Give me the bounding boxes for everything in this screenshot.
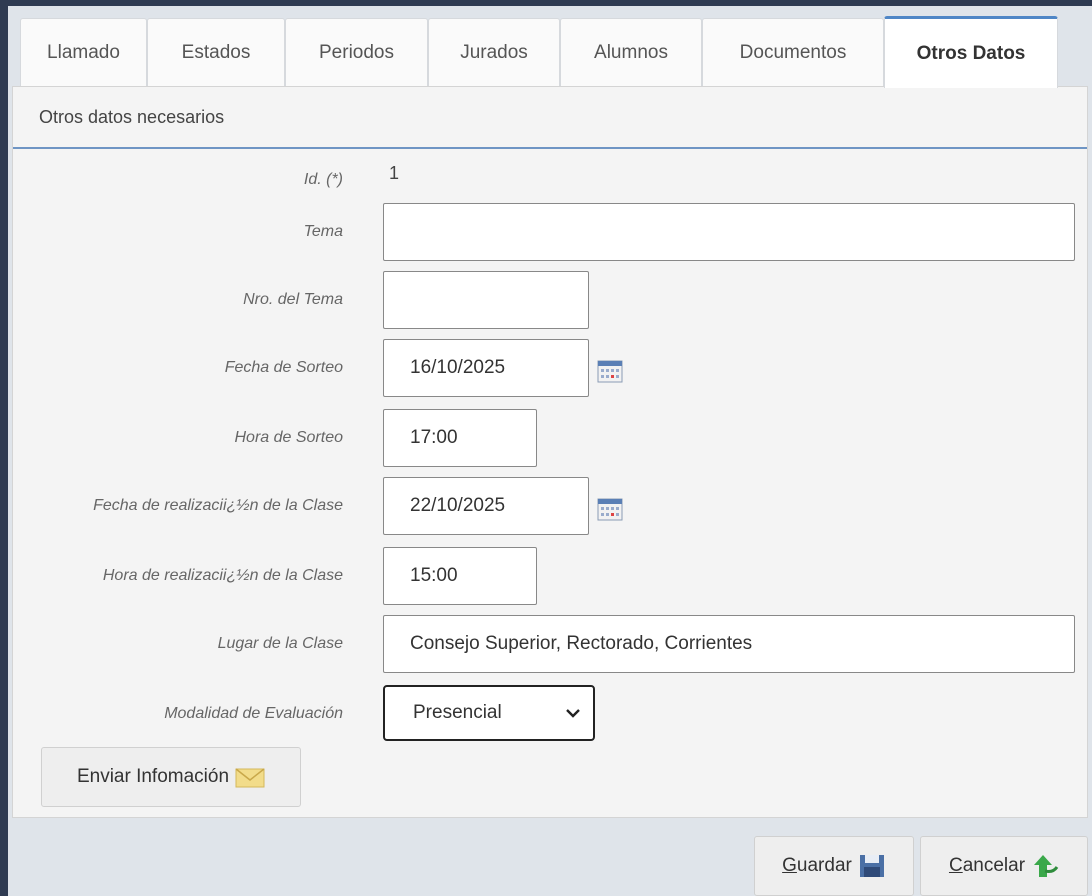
tab-llamado[interactable]: Llamado <box>20 18 147 86</box>
fecha-sorteo-input[interactable]: 16/10/2025 <box>383 339 589 397</box>
fecha-clase-input[interactable]: 22/10/2025 <box>383 477 589 535</box>
nro-tema-label: Nro. del Tema <box>243 291 343 308</box>
panel-title: Otros datos necesarios <box>13 87 1087 149</box>
tema-label: Tema <box>303 223 343 240</box>
tab-label: Documentos <box>739 41 847 63</box>
tema-input[interactable] <box>383 203 1075 261</box>
envelope-icon <box>235 768 265 788</box>
calendar-icon[interactable] <box>597 497 623 521</box>
fecha-clase-label: Fecha de realizacii¿½n de la Clase <box>93 497 343 514</box>
enviar-label: Enviar Infomación <box>76 766 230 787</box>
window-frame: Llamado Estados Periodos Jurados Alumnos… <box>8 6 1092 896</box>
modalidad-select[interactable]: Presencial <box>383 685 595 741</box>
hora-clase-input[interactable]: 15:00 <box>383 547 537 605</box>
tab-jurados[interactable]: Jurados <box>428 18 560 86</box>
tab-estados[interactable]: Estados <box>147 18 285 86</box>
green-arrow-icon <box>1034 855 1059 877</box>
tab-label: Otros Datos <box>916 42 1026 64</box>
form-panel: Otros datos necesarios Id. (*) 1 Tema Nr… <box>12 86 1088 818</box>
hora-sorteo-label: Hora de Sorteo <box>234 429 343 446</box>
lugar-clase-label: Lugar de la Clase <box>217 635 343 652</box>
calendar-icon[interactable] <box>597 359 623 383</box>
tab-label: Alumnos <box>594 41 668 63</box>
nro-tema-input[interactable] <box>383 271 589 329</box>
hora-sorteo-input[interactable]: 17:00 <box>383 409 537 467</box>
tab-alumnos[interactable]: Alumnos <box>560 18 702 86</box>
id-value: 1 <box>389 163 400 183</box>
cancelar-button[interactable]: Cancelar <box>920 836 1088 896</box>
tab-otros-datos[interactable]: Otros Datos <box>884 16 1058 88</box>
tab-strip: Llamado Estados Periodos Jurados Alumnos… <box>8 6 1092 88</box>
hora-clase-label: Hora de realizacii¿½n de la Clase <box>102 567 343 584</box>
footer-bar: Guardar Cancelar <box>8 824 1092 896</box>
floppy-disk-icon <box>859 855 884 877</box>
tab-label: Estados <box>181 41 251 63</box>
tab-label: Periodos <box>319 41 394 63</box>
guardar-button[interactable]: Guardar <box>754 836 914 896</box>
cancelar-label: Cancelar <box>948 855 1026 876</box>
modalidad-label: Modalidad de Evaluación <box>164 705 343 722</box>
guardar-label: Guardar <box>782 855 852 876</box>
tab-documentos[interactable]: Documentos <box>702 18 884 86</box>
tab-label: Jurados <box>460 41 528 63</box>
tab-periodos[interactable]: Periodos <box>285 18 428 86</box>
modalidad-selected-value: Presencial <box>413 702 502 723</box>
lugar-clase-input[interactable]: Consejo Superior, Rectorado, Corrientes <box>383 615 1075 673</box>
chevron-down-icon <box>566 709 580 718</box>
enviar-informacion-button[interactable]: Enviar Infomación <box>41 747 301 807</box>
id-label: Id. (*) <box>303 171 343 188</box>
fecha-sorteo-label: Fecha de Sorteo <box>224 359 343 376</box>
tab-label: Llamado <box>47 41 120 63</box>
